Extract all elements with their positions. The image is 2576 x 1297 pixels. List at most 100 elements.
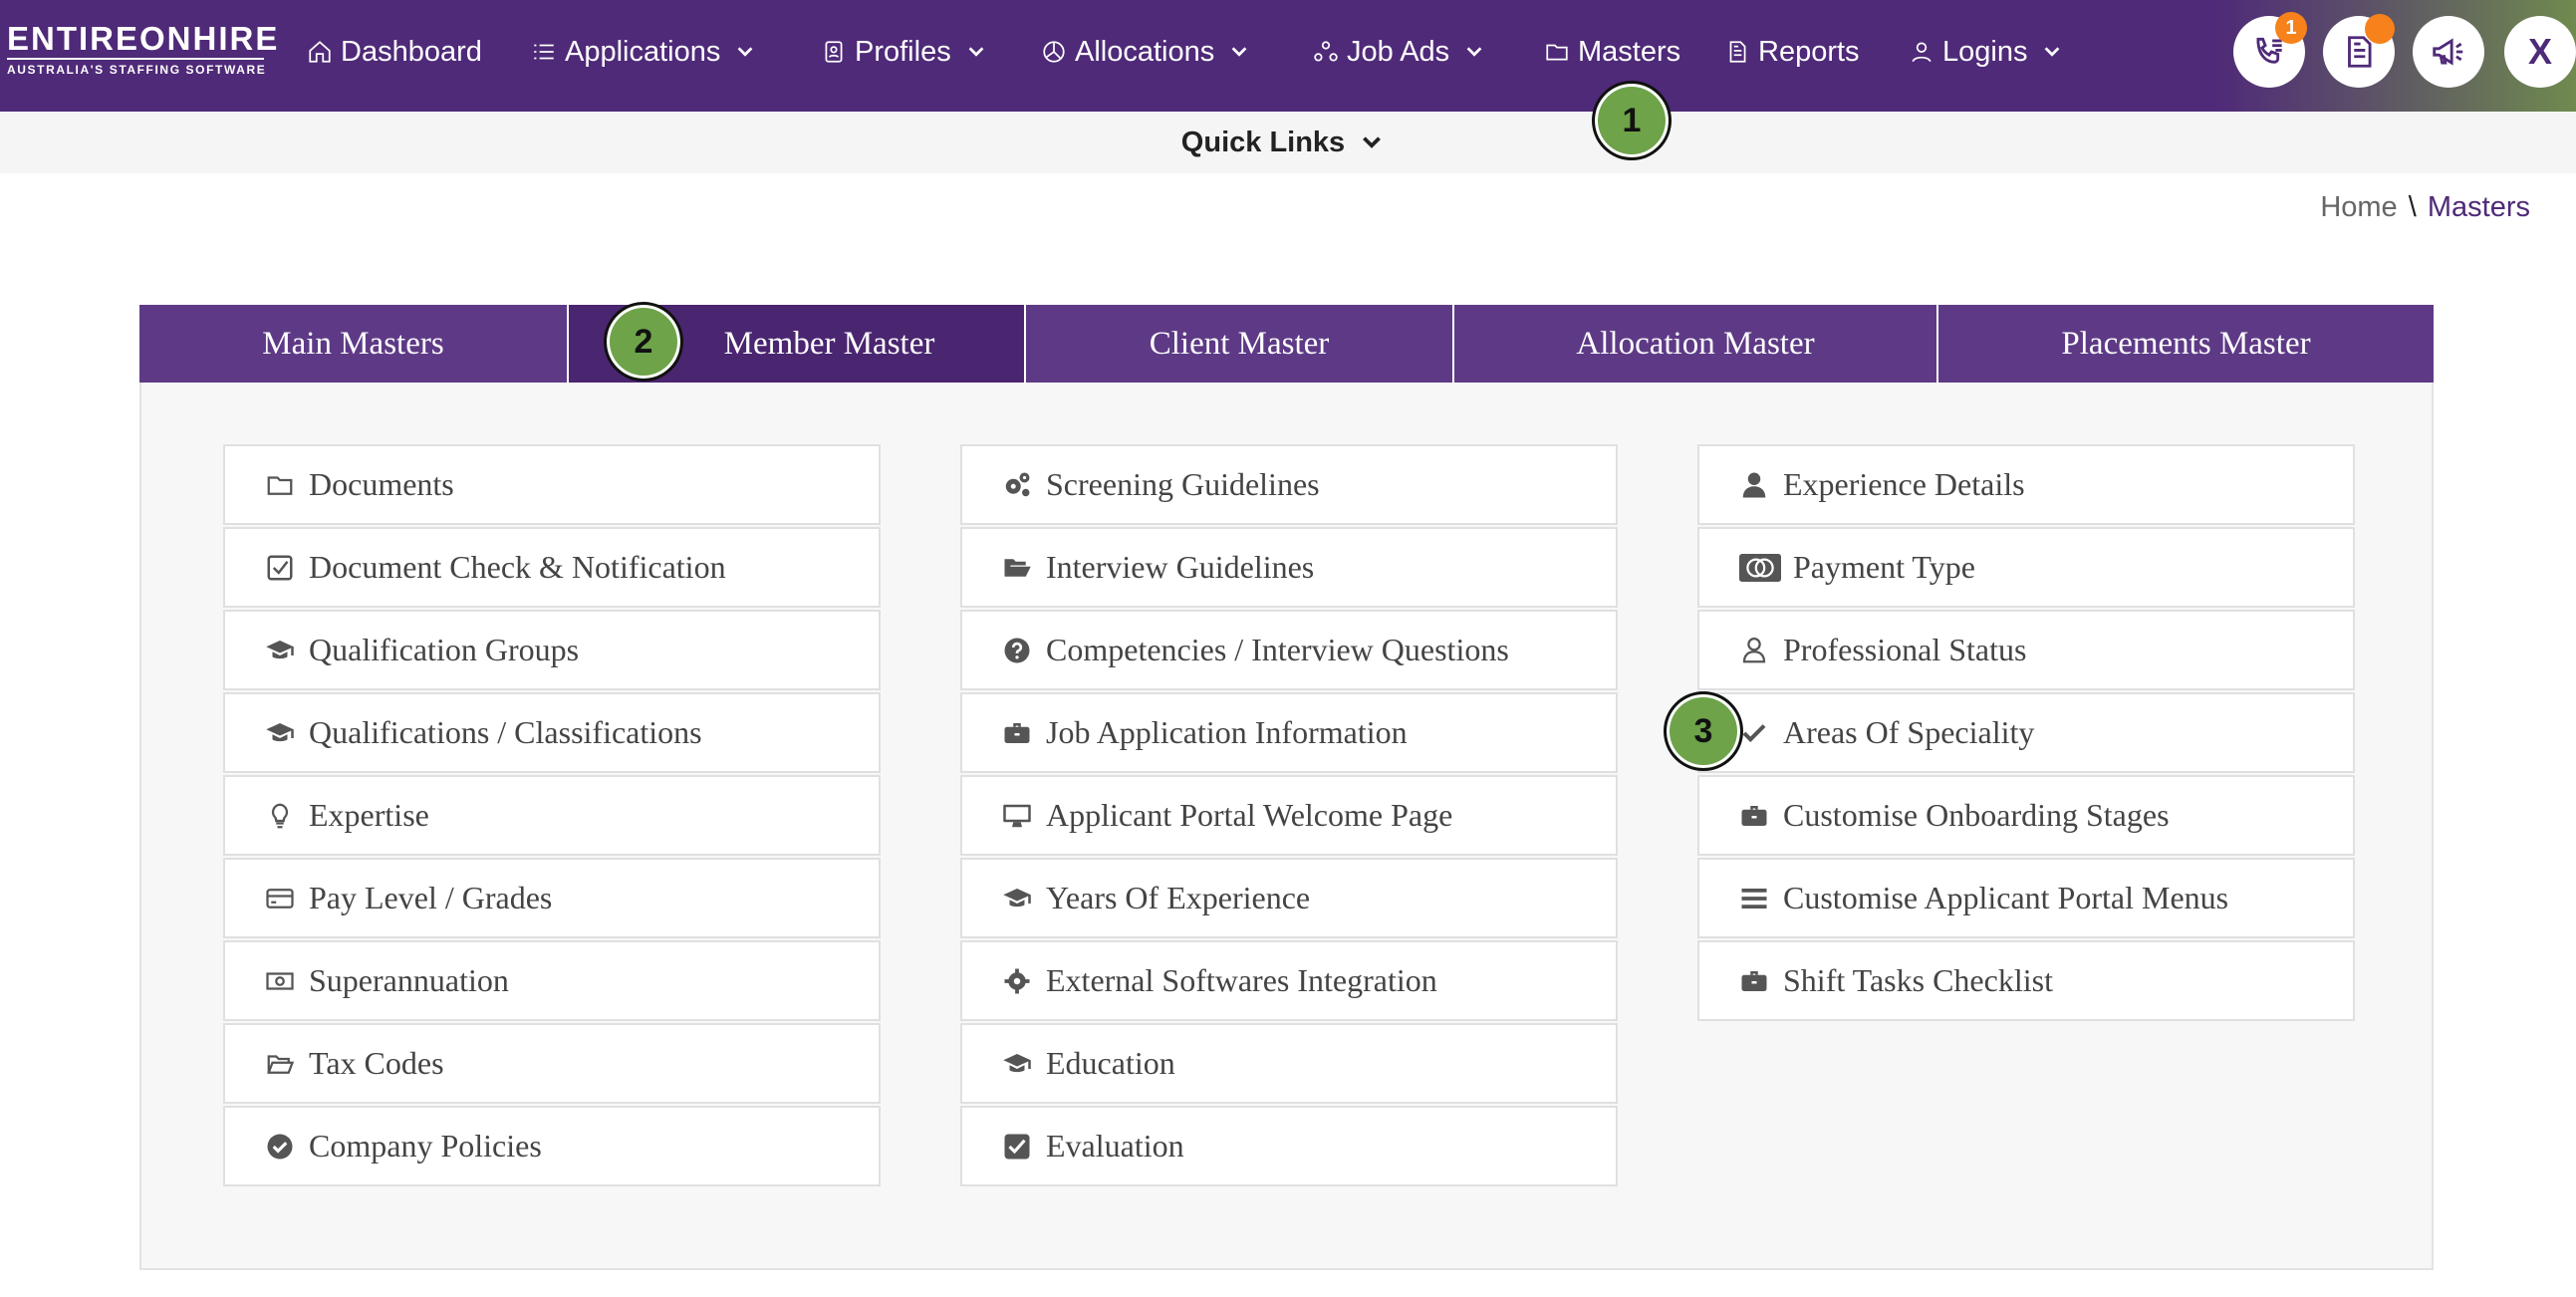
check-circle-icon — [265, 1132, 299, 1162]
step-marker-2: 2 — [604, 302, 683, 382]
master-item-company-policies[interactable]: Company Policies — [223, 1106, 881, 1186]
item-label: Customise Applicant Portal Menus — [1783, 880, 2229, 915]
item-label: Areas Of Speciality — [1783, 714, 2035, 750]
money-icon — [265, 966, 299, 996]
master-item-document-check[interactable]: Document Check & Notification — [223, 527, 881, 608]
master-item-applicant-portal-menus[interactable]: Customise Applicant Portal Menus — [1697, 858, 2355, 938]
documents-button[interactable] — [2323, 14, 2395, 88]
chevron-down-icon — [734, 41, 756, 63]
item-label: Customise Onboarding Stages — [1783, 797, 2170, 833]
master-item-areas-of-speciality[interactable]: Areas Of Speciality — [1697, 692, 2355, 773]
nav-applications-label: Applications — [565, 35, 721, 68]
nav-applications[interactable]: Applications — [531, 30, 756, 74]
chevron-down-icon — [1363, 136, 1382, 148]
lightbulb-icon — [265, 801, 299, 831]
graduation-cap-icon — [265, 636, 299, 665]
master-item-onboarding-stages[interactable]: Customise Onboarding Stages — [1697, 775, 2355, 856]
document-icon — [1724, 39, 1750, 65]
home-icon — [307, 39, 333, 65]
pie-chart-icon — [1041, 39, 1067, 65]
briefcase-icon — [1739, 801, 1773, 831]
item-label: Screening Guidelines — [1046, 466, 1320, 502]
master-item-shift-tasks-checklist[interactable]: Shift Tasks Checklist — [1697, 940, 2355, 1021]
announcements-button[interactable] — [2413, 16, 2484, 88]
item-label: Expertise — [309, 797, 429, 833]
bars-icon — [1739, 884, 1773, 913]
item-label: Shift Tasks Checklist — [1783, 962, 2053, 998]
master-item-applicant-portal-welcome[interactable]: Applicant Portal Welcome Page — [960, 775, 1618, 856]
quick-links-toggle[interactable]: Quick Links — [1181, 127, 1385, 159]
master-item-expertise[interactable]: Expertise — [223, 775, 881, 856]
tab-main-masters[interactable]: Main Masters — [139, 305, 569, 383]
briefcase-icon — [1739, 966, 1773, 996]
item-label: Experience Details — [1783, 466, 2025, 502]
item-label: Years Of Experience — [1046, 880, 1311, 915]
chevron-down-icon — [1463, 41, 1485, 63]
tab-client-master[interactable]: Client Master — [1026, 305, 1454, 383]
logo-tagline: AUSTRALIA'S STAFFING SOFTWARE — [7, 58, 265, 78]
notification-count-badge: 1 — [2275, 12, 2307, 44]
master-item-qualifications[interactable]: Qualifications / Classifications — [223, 692, 881, 773]
nav-masters[interactable]: Masters — [1544, 30, 1680, 74]
item-label: Pay Level / Grades — [309, 880, 553, 915]
master-item-job-application-information[interactable]: Job Application Information — [960, 692, 1618, 773]
nav-reports[interactable]: Reports — [1724, 30, 1860, 74]
nav-allocations[interactable]: Allocations — [1041, 30, 1250, 74]
brand-logo[interactable]: ENTIREONHIRE AUSTRALIA'S STAFFING SOFTWA… — [7, 22, 277, 78]
cc-mastercard-icon — [1739, 553, 1783, 583]
nav-logins[interactable]: Logins — [1909, 30, 2063, 74]
master-item-education[interactable]: Education — [960, 1023, 1618, 1104]
breadcrumb: Home \ Masters — [2320, 191, 2530, 224]
nav-dashboard[interactable]: Dashboard — [307, 30, 482, 74]
user-outline-icon — [1739, 636, 1773, 665]
master-item-payment-type[interactable]: Payment Type — [1697, 527, 2355, 608]
master-item-tax-codes[interactable]: Tax Codes — [223, 1023, 881, 1104]
top-navbar: ENTIREONHIRE AUSTRALIA'S STAFFING SOFTWA… — [0, 0, 2576, 112]
master-item-years-of-experience[interactable]: Years Of Experience — [960, 858, 1618, 938]
master-item-pay-level[interactable]: Pay Level / Grades — [223, 858, 881, 938]
master-item-qualification-groups[interactable]: Qualification Groups — [223, 610, 881, 690]
chevron-down-icon — [2041, 41, 2063, 63]
master-item-superannuation[interactable]: Superannuation — [223, 940, 881, 1021]
item-label: Qualification Groups — [309, 632, 580, 667]
network-icon — [1313, 39, 1339, 65]
breadcrumb-separator: \ — [2408, 191, 2417, 223]
quick-links-label: Quick Links — [1180, 126, 1346, 158]
master-item-documents[interactable]: Documents — [223, 444, 881, 525]
item-label: Interview Guidelines — [1046, 549, 1315, 585]
check-square-icon — [1002, 1132, 1036, 1162]
item-label: Competencies / Interview Questions — [1046, 632, 1509, 667]
master-item-interview-guidelines[interactable]: Interview Guidelines — [960, 527, 1618, 608]
nav-logins-label: Logins — [1942, 35, 2028, 68]
chevron-down-icon — [1228, 41, 1250, 63]
item-label: Job Application Information — [1046, 714, 1408, 750]
checkbox-icon — [265, 553, 299, 583]
close-button[interactable]: X — [2504, 16, 2576, 88]
gear-icon — [1002, 966, 1036, 996]
item-label: Applicant Portal Welcome Page — [1046, 797, 1453, 833]
master-item-external-softwares[interactable]: External Softwares Integration — [960, 940, 1618, 1021]
master-item-competencies[interactable]: Competencies / Interview Questions — [960, 610, 1618, 690]
nav-reports-label: Reports — [1758, 35, 1860, 68]
master-item-professional-status[interactable]: Professional Status — [1697, 610, 2355, 690]
master-item-experience-details[interactable]: Experience Details — [1697, 444, 2355, 525]
nav-job-ads[interactable]: Job Ads — [1313, 30, 1485, 74]
folder-open-solid-icon — [1002, 553, 1036, 583]
tab-placements-master[interactable]: Placements Master — [1938, 305, 2434, 383]
item-label: Tax Codes — [309, 1045, 444, 1081]
question-circle-icon — [1002, 636, 1036, 665]
tab-allocation-master[interactable]: Allocation Master — [1454, 305, 1938, 383]
notification-dot — [2365, 14, 2395, 44]
nav-dashboard-label: Dashboard — [341, 35, 482, 68]
checkmark-icon — [1739, 718, 1773, 748]
item-label: Professional Status — [1783, 632, 2027, 667]
nav-profiles[interactable]: Profiles — [821, 30, 987, 74]
chevron-down-icon — [965, 41, 987, 63]
phone-button[interactable]: 1 — [2233, 12, 2307, 88]
folder-open-icon — [265, 1049, 299, 1079]
master-item-evaluation[interactable]: Evaluation — [960, 1106, 1618, 1186]
item-label: Payment Type — [1793, 549, 1975, 585]
breadcrumb-home[interactable]: Home — [2320, 191, 2397, 223]
master-item-screening-guidelines[interactable]: Screening Guidelines — [960, 444, 1618, 525]
master-items-panel: Documents Document Check & Notification … — [139, 383, 2434, 1270]
